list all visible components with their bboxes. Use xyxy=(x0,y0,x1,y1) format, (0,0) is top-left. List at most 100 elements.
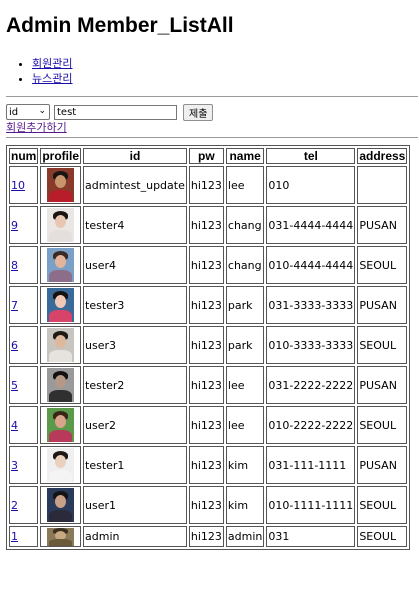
cell-id: user2 xyxy=(83,406,187,444)
cell-num: 10 xyxy=(9,166,39,204)
profile-photo-body xyxy=(49,510,73,522)
profile-photo-face xyxy=(55,375,67,388)
page-title: Admin Member_ListAll xyxy=(6,14,234,37)
table-row: 3 tester1 hi123 kim 031-111-1111 PUSAN xyxy=(9,446,408,484)
table-row: 8 user4 hi123 chang 010-4444-4444 SEOUL xyxy=(9,246,408,284)
cell-num: 1 xyxy=(9,526,39,547)
cell-profile xyxy=(40,326,82,364)
cell-pw: hi123 xyxy=(188,206,224,244)
cell-address: PUSAN xyxy=(357,206,408,244)
table-row: 1 admin hi123 admin 031 SEOUL xyxy=(9,526,408,547)
member-detail-link[interactable]: 3 xyxy=(11,459,18,472)
profile-photo-body xyxy=(49,470,73,482)
cell-id: tester4 xyxy=(83,206,187,244)
profile-photo-face xyxy=(55,495,67,508)
column-header-address: address xyxy=(357,148,408,164)
column-header-id: id xyxy=(83,148,187,164)
profile-photo-face xyxy=(55,335,67,348)
cell-num: 8 xyxy=(9,246,39,284)
nav-link-news-management[interactable]: 뉴스관리 xyxy=(32,72,72,85)
profile-photo-body xyxy=(49,538,73,546)
profile-photo-body xyxy=(49,230,73,242)
cell-profile xyxy=(40,166,82,204)
nav-item-news: 뉴스관리 xyxy=(32,71,72,86)
search-field-select[interactable]: id ⌄ xyxy=(6,104,50,120)
cell-profile xyxy=(40,446,82,484)
member-detail-link[interactable]: 7 xyxy=(11,299,18,312)
cell-address: PUSAN xyxy=(357,286,408,324)
table-row: 2 user1 hi123 kim 010-1111-1111 SEOUL xyxy=(9,486,408,524)
profile-photo xyxy=(47,408,75,442)
chevron-down-icon: ⌄ xyxy=(38,106,46,116)
cell-tel: 010-2222-2222 xyxy=(266,406,356,444)
cell-tel: 031-3333-3333 xyxy=(266,286,356,324)
cell-pw: hi123 xyxy=(188,286,224,324)
cell-profile xyxy=(40,286,82,324)
member-detail-link[interactable]: 6 xyxy=(11,339,18,352)
member-detail-link[interactable]: 5 xyxy=(11,379,18,392)
cell-address: PUSAN xyxy=(357,446,408,484)
cell-tel: 031-4444-4444 xyxy=(266,206,356,244)
member-detail-link[interactable]: 10 xyxy=(11,179,25,192)
cell-profile xyxy=(40,406,82,444)
profile-photo-body xyxy=(49,430,73,442)
divider xyxy=(6,137,418,138)
profile-photo-body xyxy=(49,190,73,202)
profile-photo-body xyxy=(49,310,73,322)
cell-name: park xyxy=(225,326,265,364)
profile-photo xyxy=(47,208,75,242)
profile-photo xyxy=(47,248,75,282)
cell-name: lee xyxy=(225,366,265,404)
profile-photo-face xyxy=(55,415,67,428)
profile-photo-body xyxy=(49,350,73,362)
cell-name: lee xyxy=(225,406,265,444)
cell-pw: hi123 xyxy=(188,486,224,524)
profile-photo-face xyxy=(55,455,67,468)
member-detail-link[interactable]: 2 xyxy=(11,499,18,512)
profile-photo xyxy=(47,368,75,402)
cell-profile xyxy=(40,486,82,524)
table-row: 6 user3 hi123 park 010-3333-3333 SEOUL xyxy=(9,326,408,364)
member-detail-link[interactable]: 1 xyxy=(11,530,18,543)
cell-num: 3 xyxy=(9,446,39,484)
cell-id: tester2 xyxy=(83,366,187,404)
cell-pw: hi123 xyxy=(188,166,224,204)
profile-photo xyxy=(47,328,75,362)
cell-address: SEOUL xyxy=(357,406,408,444)
cell-pw: hi123 xyxy=(188,526,224,547)
column-header-pw: pw xyxy=(188,148,224,164)
cell-tel: 010-3333-3333 xyxy=(266,326,356,364)
cell-id: user3 xyxy=(83,326,187,364)
member-detail-link[interactable]: 4 xyxy=(11,419,18,432)
member-detail-link[interactable]: 9 xyxy=(11,219,18,232)
cell-tel: 031-2222-2222 xyxy=(266,366,356,404)
table-row: 4 user2 hi123 lee 010-2222-2222 SEOUL xyxy=(9,406,408,444)
cell-id: user1 xyxy=(83,486,187,524)
table-row: 5 tester2 hi123 lee 031-2222-2222 PUSAN xyxy=(9,366,408,404)
cell-address xyxy=(357,166,408,204)
search-field-value: id xyxy=(9,106,19,118)
cell-id: admin xyxy=(83,526,187,547)
member-detail-link[interactable]: 8 xyxy=(11,259,18,272)
submit-button[interactable]: 제출 xyxy=(183,103,214,121)
cell-pw: hi123 xyxy=(188,326,224,364)
cell-address: SEOUL xyxy=(357,526,408,547)
search-input[interactable]: test xyxy=(54,104,177,120)
cell-profile xyxy=(40,366,82,404)
cell-profile xyxy=(40,246,82,284)
cell-tel: 010-1111-1111 xyxy=(266,486,356,524)
nav-link-member-management[interactable]: 회원관리 xyxy=(32,57,72,70)
add-member-link[interactable]: 회원추가하기 xyxy=(6,119,67,135)
profile-photo-face xyxy=(55,175,67,188)
table-header-row: num profile id pw name tel address xyxy=(9,148,408,164)
profile-photo-face xyxy=(55,295,67,308)
cell-pw: hi123 xyxy=(188,366,224,404)
cell-address: SEOUL xyxy=(357,486,408,524)
profile-photo-face xyxy=(55,255,67,268)
cell-num: 5 xyxy=(9,366,39,404)
profile-photo-body xyxy=(49,270,73,282)
cell-name: kim xyxy=(225,486,265,524)
cell-tel: 010-4444-4444 xyxy=(266,246,356,284)
profile-photo xyxy=(47,527,75,546)
cell-name: admin xyxy=(225,526,265,547)
